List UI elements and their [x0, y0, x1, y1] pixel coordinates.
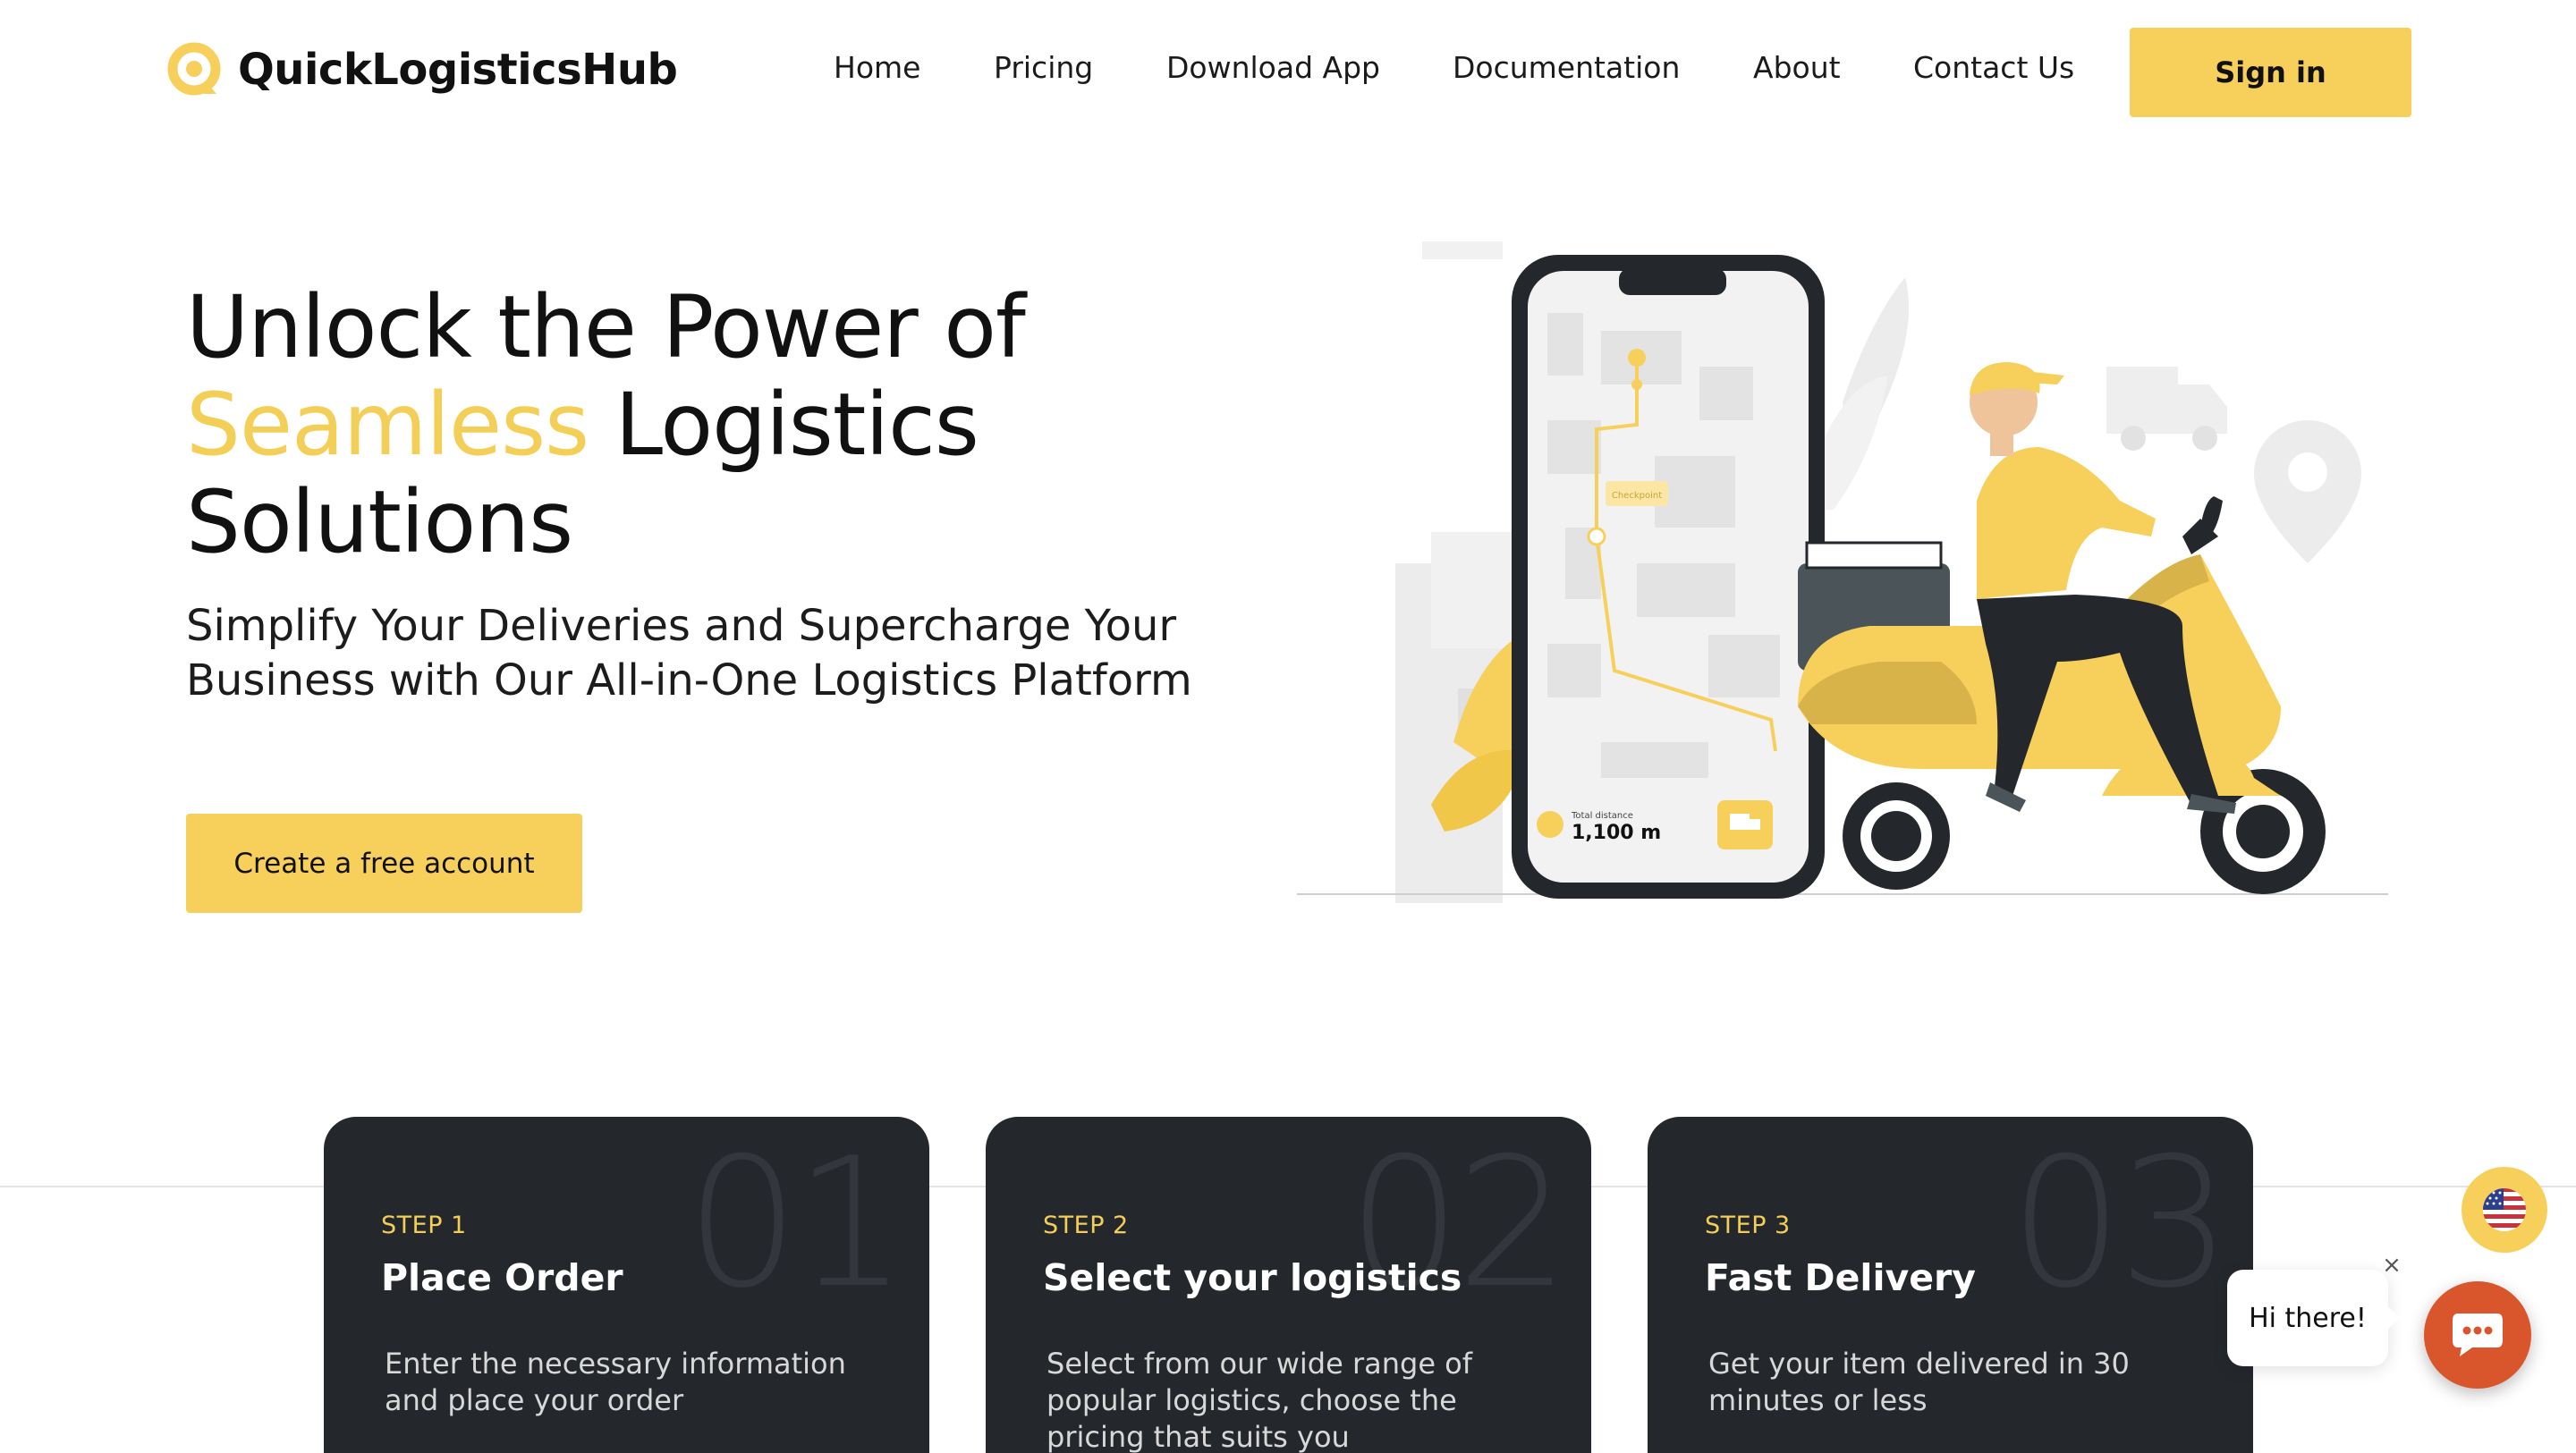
site-header: QuickLogisticsHub Home Pricing Download …	[0, 0, 2576, 143]
step-number: 01	[685, 1119, 908, 1328]
create-account-button[interactable]: Create a free account	[186, 814, 582, 913]
hero-subtitle-line1: Simplify Your Deliveries and Supercharge…	[186, 601, 1177, 651]
chat-icon	[2453, 1314, 2503, 1356]
logo[interactable]: QuickLogisticsHub	[165, 39, 678, 100]
step-number: 03	[2009, 1119, 2232, 1328]
location-pin-icon	[2254, 420, 2361, 563]
step-label: STEP 2	[1043, 1212, 1129, 1239]
chat-launcher-button[interactable]	[2424, 1281, 2531, 1389]
logo-text: QuickLogisticsHub	[238, 45, 678, 95]
sign-in-button[interactable]: Sign in	[2130, 28, 2411, 117]
hero-title-accent: Seamless	[186, 375, 589, 475]
delivery-illustration: Checkpoint Total distance 1,100 m	[1297, 241, 2388, 903]
map-checkpoint-label: Checkpoint	[1612, 491, 1662, 501]
us-flag-icon	[2483, 1188, 2526, 1231]
scooter-rider-illustration	[1798, 362, 2326, 894]
logo-mark-icon	[167, 42, 221, 96]
hero-subtitle: Simplify Your Deliveries and Supercharge…	[186, 599, 1349, 708]
nav-pricing[interactable]: Pricing	[994, 50, 1093, 85]
step-title: Select your logistics	[1043, 1256, 1462, 1299]
hero-title: Unlock the Power of Seamless Logistics S…	[186, 279, 1349, 571]
step-card-1: 01 STEP 1 Place Order Enter the necessar…	[324, 1117, 929, 1453]
nav-about[interactable]: About	[1753, 50, 1841, 85]
distance-value: 1,100 m	[1572, 822, 1661, 844]
step-label: STEP 3	[1705, 1212, 1791, 1239]
close-icon[interactable]: ×	[2378, 1252, 2405, 1279]
nav-contact-us[interactable]: Contact Us	[1913, 50, 2074, 85]
hero-title-line2: Logistics	[589, 375, 979, 475]
step-description: Select from our wide range of popular lo…	[1046, 1347, 1473, 1453]
truck-icon	[2106, 367, 2227, 451]
nav-home[interactable]: Home	[834, 50, 920, 85]
distance-caption: Total distance	[1571, 811, 1633, 821]
step-description: Get your item delivered in 30 minutes or…	[1708, 1347, 2130, 1417]
hero-subtitle-line2: Business with Our All-in-One Logistics P…	[186, 655, 1192, 705]
landing-page: QuickLogisticsHub Home Pricing Download …	[0, 0, 2576, 1453]
hero-title-line1: Unlock the Power of	[186, 277, 1026, 377]
step-title: Fast Delivery	[1705, 1256, 1976, 1299]
step-card-2: 02 STEP 2 Select your logistics Select f…	[986, 1117, 1591, 1453]
nav-download-app[interactable]: Download App	[1166, 50, 1380, 85]
step-description: Enter the necessary information and plac…	[385, 1347, 846, 1417]
hero-title-line3: Solutions	[186, 472, 573, 572]
step-title: Place Order	[381, 1256, 623, 1299]
language-selector-button[interactable]	[2462, 1167, 2547, 1253]
step-label: STEP 1	[381, 1212, 467, 1239]
chat-greeting-bubble[interactable]: Hi there!	[2227, 1270, 2401, 1366]
step-card-3: 03 STEP 3 Fast Delivery Get your item de…	[1648, 1117, 2253, 1453]
nav-documentation[interactable]: Documentation	[1453, 50, 1680, 85]
